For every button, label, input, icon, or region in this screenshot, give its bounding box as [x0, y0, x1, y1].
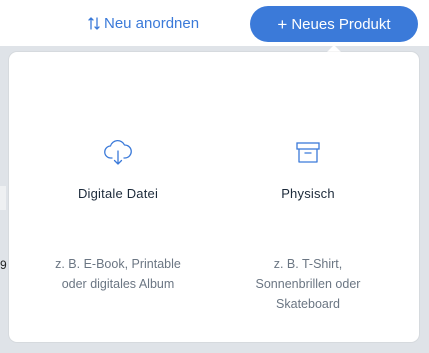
background-edge-digit: 9: [0, 258, 7, 272]
background-page-sliver: [0, 186, 6, 210]
reorder-link[interactable]: Neu anordnen: [88, 12, 199, 34]
option-digital-description: z. B. E-Book, Printable oder digitales A…: [9, 254, 227, 294]
top-toolbar: Neu anordnen + Neues Produkt: [0, 0, 429, 46]
product-type-popover: Digitale Datei z. B. E-Book, Printable o…: [9, 52, 419, 342]
option-physical-desc-line: z. B. T-Shirt,: [273, 257, 343, 271]
option-digital-file[interactable]: Digitale Datei z. B. E-Book, Printable o…: [9, 52, 227, 342]
new-product-label: Neues Produkt: [291, 15, 391, 33]
option-digital-title: Digitale Datei: [77, 186, 159, 201]
option-physical-desc-line: Skateboard: [276, 297, 340, 311]
option-physical-desc-line: Sonnenbrillen oder: [255, 277, 361, 291]
option-digital-desc-line: oder digitales Album: [61, 277, 175, 291]
reorder-label: Neu anordnen: [104, 14, 200, 32]
reorder-icon: [88, 16, 100, 30]
archive-box-icon: [292, 138, 324, 168]
option-physical-title: Physisch: [281, 186, 335, 201]
option-physical[interactable]: Physisch z. B. T-Shirt, Sonnenbrillen od…: [199, 52, 417, 342]
option-physical-description: z. B. T-Shirt, Sonnenbrillen oder Skateb…: [199, 254, 417, 314]
new-product-button[interactable]: + Neues Produkt: [250, 6, 418, 42]
plus-icon: +: [277, 14, 288, 34]
cloud-download-icon: [102, 138, 134, 168]
option-digital-desc-line: z. B. E-Book, Printable: [55, 257, 181, 271]
